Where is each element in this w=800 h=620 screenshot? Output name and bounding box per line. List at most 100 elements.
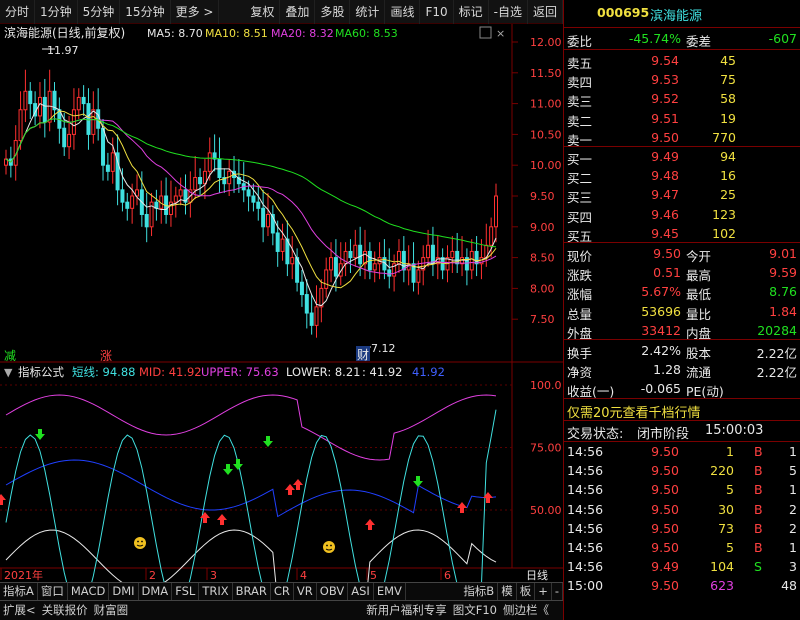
tab-15min[interactable]: 15分钟 xyxy=(120,0,171,24)
candle-body xyxy=(178,189,183,197)
new-user-welfare-link[interactable]: 新用户福利专享 xyxy=(363,601,450,620)
stat-row: 涨幅 5.67% 最低 8.76 xyxy=(564,283,800,302)
tab-obv[interactable]: OBV xyxy=(317,583,349,600)
fund-row: 净资 1.28 流通 2.22亿 xyxy=(564,361,800,380)
tick-price: 9.50 xyxy=(651,520,679,536)
bid-volume: 16 xyxy=(720,168,736,184)
weicha-label: 委差 xyxy=(686,34,712,49)
tab-asi[interactable]: ASI xyxy=(348,583,374,600)
quote-panel: 000695 滨海能源 委比 -45.74% 委差 -607 卖五 9.54 45 卖… xyxy=(563,0,800,620)
smiley-eye xyxy=(326,544,328,547)
candle-body xyxy=(469,250,474,271)
tab-dmi[interactable]: DMI xyxy=(109,583,139,600)
tab-template[interactable]: 模 xyxy=(498,583,517,600)
candle-body xyxy=(426,244,431,259)
price-tick-label: 7.50 xyxy=(530,313,555,326)
date-tick-label: 3 xyxy=(210,569,217,582)
marker-cai: 财 xyxy=(357,348,369,362)
tick-time: 15:00 xyxy=(567,578,604,594)
ma10-label: MA10: 8.51 xyxy=(205,27,268,40)
tab-1min[interactable]: 1分钟 xyxy=(35,0,78,24)
candle-body xyxy=(324,269,329,289)
draw-line-button[interactable]: 画线 xyxy=(385,0,421,24)
tick-count: 1 xyxy=(789,540,797,555)
candle-body xyxy=(62,127,67,148)
candle-body xyxy=(494,195,498,228)
candle-body xyxy=(333,257,338,277)
sidebar-toggle[interactable]: 侧边栏《 xyxy=(500,601,552,620)
stat-label: 今开 xyxy=(686,249,712,264)
ask-row: 卖二 9.51 19 xyxy=(564,110,800,129)
candle-body xyxy=(304,294,309,314)
indicator-arrow-icon[interactable]: ▼ xyxy=(4,366,13,379)
stat-value: 0.51 xyxy=(653,265,681,281)
bid-volume: 25 xyxy=(720,187,736,203)
expand-button[interactable]: 扩展< xyxy=(0,601,39,620)
remove-watchlist-button[interactable]: -自选 xyxy=(489,0,528,24)
tab-fsl[interactable]: FSL xyxy=(172,583,200,600)
stat-label: 现价 xyxy=(567,249,593,264)
stat-value: 8.76 xyxy=(769,284,797,300)
bid-label: 买三 xyxy=(567,190,593,206)
tab-more[interactable]: 更多 > xyxy=(171,0,220,24)
price-tick-label: 10.00 xyxy=(530,159,562,172)
tab-indicator-b[interactable]: 指标B xyxy=(460,583,499,600)
tick-volume: 30 xyxy=(718,501,734,517)
candle-body xyxy=(358,244,363,265)
price-tick-label: 9.50 xyxy=(530,190,555,203)
tab-board[interactable]: 板 xyxy=(517,583,536,600)
tab-window[interactable]: 窗口 xyxy=(38,583,68,600)
candle-body xyxy=(430,244,435,265)
indicator-tick-label: 50.00 xyxy=(530,504,562,517)
stock-code: 000695 xyxy=(597,5,650,20)
tab-brar[interactable]: BRAR xyxy=(233,583,271,600)
ask-row: 卖四 9.53 75 xyxy=(564,71,800,90)
candle-body xyxy=(173,195,178,203)
remove-tab-button[interactable]: - xyxy=(552,583,563,600)
fund-value: 2.22亿 xyxy=(756,365,797,381)
tick-count: 2 xyxy=(789,501,797,517)
tab-emv[interactable]: EMV xyxy=(374,583,406,600)
overlay-button[interactable]: 叠加 xyxy=(280,0,316,24)
wealth-circle-button[interactable]: 财富圈 xyxy=(91,601,132,620)
bid-price: 9.48 xyxy=(651,168,679,184)
trade-status-label: 交易状态: xyxy=(567,427,624,442)
kline-chart[interactable]: 滨海能源(日线,前复权) MA5: 8.70 MA10: 8.51 MA20: … xyxy=(0,24,563,582)
tab-5min[interactable]: 5分钟 xyxy=(78,0,121,24)
tick-count: 48 xyxy=(781,578,797,594)
stat-value: 9.59 xyxy=(769,265,797,281)
back-button[interactable]: 返回 xyxy=(528,0,563,24)
tab-indicator-a[interactable]: 指标A xyxy=(0,583,38,600)
related-quote-button[interactable]: 关联报价 xyxy=(39,601,91,620)
candle-body xyxy=(125,201,130,209)
bid-row: 买四 9.46 123 xyxy=(564,206,800,225)
smiley-eye xyxy=(330,544,332,547)
restore-rights-button[interactable]: 复权 xyxy=(245,0,281,24)
tab-vr[interactable]: VR xyxy=(294,583,317,600)
stat-value: 1.84 xyxy=(769,303,797,319)
candle-body xyxy=(28,90,33,105)
tick-side: B xyxy=(754,520,763,536)
tab-macd[interactable]: MACD xyxy=(68,583,110,600)
f10-graphic-link[interactable]: 图文F10 xyxy=(450,601,500,620)
tab-fenshi[interactable]: 分时 xyxy=(0,0,36,24)
close-panel-icon[interactable]: × xyxy=(496,27,505,40)
add-tab-button[interactable]: + xyxy=(535,583,552,600)
statistics-button[interactable]: 统计 xyxy=(350,0,386,24)
tab-trix[interactable]: TRIX xyxy=(199,583,233,600)
multi-stock-button[interactable]: 多股 xyxy=(315,0,351,24)
candle-body xyxy=(42,96,47,123)
candle-body xyxy=(110,152,115,172)
fund-value: -0.065 xyxy=(640,381,681,397)
tick-row: 14:56 9.50 5 B 1 xyxy=(564,539,800,558)
marker-jian: 减 xyxy=(4,349,16,363)
trade-time: 15:00:03 xyxy=(705,423,764,438)
tab-dma[interactable]: DMA xyxy=(139,583,173,600)
tab-cr[interactable]: CR xyxy=(271,583,294,600)
mark-button[interactable]: 标记 xyxy=(454,0,489,24)
tick-volume: 104 xyxy=(710,559,734,575)
tick-price: 9.49 xyxy=(651,559,679,575)
bid-row: 买二 9.48 16 xyxy=(564,167,800,186)
f10-button[interactable]: F10 xyxy=(420,0,454,24)
smiley-eye xyxy=(141,540,143,543)
